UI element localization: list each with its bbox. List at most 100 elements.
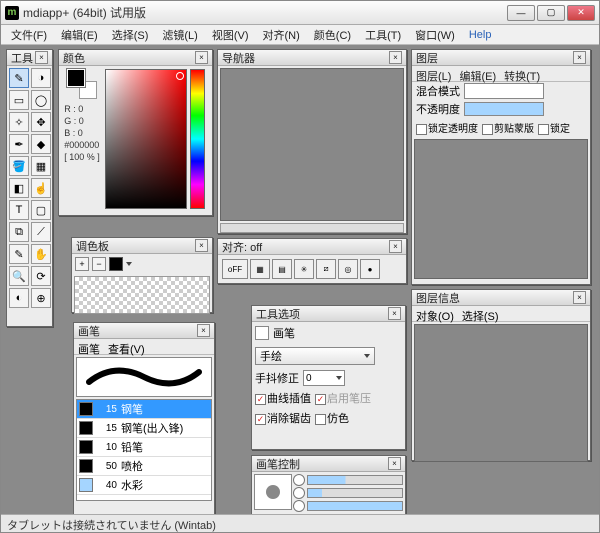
menu-window[interactable]: 窗口(W)	[409, 25, 461, 45]
blur-tool-icon[interactable]: ◑	[31, 68, 51, 88]
hue-slider[interactable]	[190, 69, 205, 209]
fill-tool-icon[interactable]: 🪣	[9, 156, 29, 176]
toolopt-close[interactable]: ×	[388, 307, 401, 320]
align-close[interactable]: ×	[389, 240, 402, 253]
brushctrl-close[interactable]: ×	[388, 457, 401, 470]
bc-flow-slider[interactable]	[307, 501, 403, 511]
bc-size-slider[interactable]	[307, 475, 403, 485]
layerinfo-menu-select[interactable]: 选择(S)	[462, 308, 499, 319]
minimize-button[interactable]: —	[507, 5, 535, 21]
chevron-down-icon	[336, 376, 342, 380]
maximize-button[interactable]: ▢	[537, 5, 565, 21]
navigator-zoom-slider[interactable]	[220, 223, 404, 233]
align-grid-icon[interactable]: ▦	[250, 259, 270, 279]
smudge-tool-icon[interactable]: ☝	[31, 178, 51, 198]
blend-mode-select[interactable]	[464, 83, 544, 99]
bc-opacity-slider[interactable]	[307, 488, 403, 498]
lock-check[interactable]: 锁定	[538, 120, 570, 135]
pen-tool-icon[interactable]: ✒	[9, 134, 29, 154]
brush-list-row[interactable]: 50喷枪	[77, 457, 211, 476]
curve-check[interactable]: 曲线插值	[255, 390, 311, 406]
menu-select[interactable]: 选择(S)	[106, 25, 155, 45]
brush-list[interactable]: 15钢笔15钢笔(出入锋)10铅笔50喷枪40水彩	[76, 399, 212, 501]
close-button[interactable]: ✕	[567, 5, 595, 21]
clipping-mask-check[interactable]: 剪贴蒙版	[482, 120, 534, 135]
lasso-tool-icon[interactable]: ◯	[31, 90, 51, 110]
zoom-tool-icon[interactable]: 🔍	[9, 266, 29, 286]
text-tool-icon[interactable]: T	[9, 200, 29, 220]
hand-tool-icon[interactable]: ✋	[31, 244, 51, 264]
brush-stroke-icon	[84, 367, 204, 387]
chevron-down-icon	[364, 354, 370, 358]
align-radial-icon[interactable]: ✳	[294, 259, 314, 279]
layers-menu-edit[interactable]: 编辑(E)	[459, 68, 496, 79]
navigator-close[interactable]: ×	[389, 51, 402, 64]
menu-file[interactable]: 文件(F)	[5, 25, 53, 45]
rotate-tool-icon[interactable]: ⟳	[31, 266, 51, 286]
toolbox-close[interactable]: ×	[35, 51, 48, 64]
menu-edit[interactable]: 编辑(E)	[55, 25, 104, 45]
brush-menu-view[interactable]: 查看(V)	[108, 341, 145, 352]
titlebar[interactable]: m mdiapp+ (64bit) 试用版 — ▢ ✕	[1, 1, 599, 25]
menu-color[interactable]: 颜色(C)	[308, 25, 357, 45]
wand-tool-icon[interactable]: ✧	[9, 112, 29, 132]
brush-color-icon	[79, 402, 93, 416]
brush-list-row[interactable]: 10铅笔	[77, 438, 211, 457]
layer-info-area[interactable]	[414, 324, 588, 462]
opacity-slider[interactable]	[464, 102, 544, 116]
align-persp-icon[interactable]: ▤	[272, 259, 292, 279]
brush-size: 40	[97, 480, 117, 491]
ruler-tool-icon[interactable]: ⟋	[31, 222, 51, 242]
jitter-spinner[interactable]: 0	[303, 370, 345, 386]
layerinfo-menu-object[interactable]: 对象(O)	[416, 308, 454, 319]
navigator-view[interactable]	[220, 68, 404, 221]
brush-size: 50	[97, 461, 117, 472]
misc1-tool-icon[interactable]: ◐	[9, 288, 29, 308]
align-ellipse-icon[interactable]: ◎	[338, 259, 358, 279]
draw-mode-select[interactable]: 手绘	[255, 347, 375, 365]
brush-menu-brush[interactable]: 画笔	[78, 341, 100, 352]
swatch-grid[interactable]	[74, 276, 210, 314]
layers-menu-layer[interactable]: 图层(L)	[416, 68, 451, 79]
swatch-close[interactable]: ×	[195, 239, 208, 252]
brush-list-row[interactable]: 15钢笔(出入锋)	[77, 419, 211, 438]
layers-close[interactable]: ×	[573, 51, 586, 64]
layerinfo-close[interactable]: ×	[573, 291, 586, 304]
menu-align[interactable]: 对齐(N)	[257, 25, 306, 45]
layers-list-area[interactable]	[414, 139, 588, 279]
move-tool-icon[interactable]: ✥	[31, 112, 51, 132]
swatch-remove-button[interactable]: −	[92, 257, 106, 271]
foreground-color-swatch[interactable]	[67, 69, 85, 87]
layers-menu-transform[interactable]: 转换(T)	[504, 68, 540, 79]
layer-info-panel: 图层信息× 对象(O) 选择(S)	[411, 289, 591, 461]
align-off-button[interactable]: oFF	[222, 259, 248, 279]
pressure-check[interactable]: 启用笔压	[315, 390, 371, 406]
align-circle-icon[interactable]: ●	[360, 259, 380, 279]
marquee-tool-icon[interactable]: ▭	[9, 90, 29, 110]
antialias-check[interactable]: 消除锯齿	[255, 410, 311, 426]
color-swatches[interactable]	[67, 69, 97, 99]
menu-tool[interactable]: 工具(T)	[359, 25, 407, 45]
eyedropper-tool-icon[interactable]: ✎	[9, 244, 29, 264]
color-close[interactable]: ×	[195, 51, 208, 64]
menu-filter[interactable]: 滤镜(L)	[156, 25, 203, 45]
crop-tool-icon[interactable]: ⧉	[9, 222, 29, 242]
menu-help[interactable]: Help	[463, 27, 498, 43]
misc2-tool-icon[interactable]: ⊕	[31, 288, 51, 308]
menu-view[interactable]: 视图(V)	[206, 25, 255, 45]
shape-tool-icon[interactable]: ◆	[31, 134, 51, 154]
lock-transparency-check[interactable]: 锁定透明度	[416, 120, 478, 135]
gradient-tool-icon[interactable]: ▦	[31, 156, 51, 176]
rect-tool-icon[interactable]: ▢	[31, 200, 51, 220]
brush-tool-icon[interactable]: ✎	[9, 68, 29, 88]
swatch-menu-icon[interactable]	[126, 262, 132, 266]
align-diag-icon[interactable]: ⧄	[316, 259, 336, 279]
brush-list-row[interactable]: 15钢笔	[77, 400, 211, 419]
eraser-tool-icon[interactable]: ◧	[9, 178, 29, 198]
swatch-add-button[interactable]: +	[75, 257, 89, 271]
brush-close[interactable]: ×	[197, 324, 210, 337]
swatch-current[interactable]	[109, 257, 123, 271]
color-field[interactable]	[105, 69, 187, 209]
simulate-check[interactable]: 仿色	[315, 410, 349, 426]
brush-list-row[interactable]: 40水彩	[77, 476, 211, 495]
